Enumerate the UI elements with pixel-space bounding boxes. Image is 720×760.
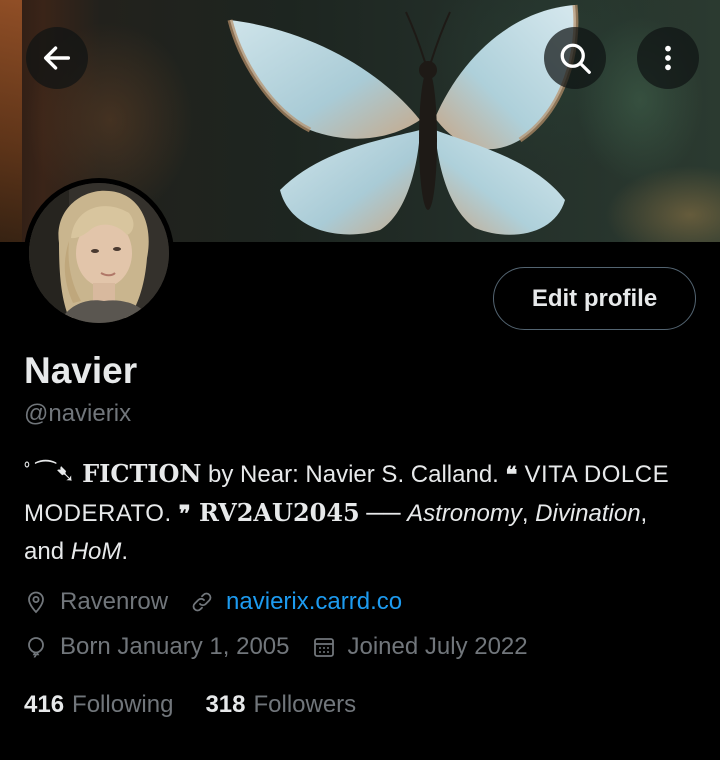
bio-open-quote: ❝ [505, 462, 518, 488]
display-name: Navier [24, 350, 138, 391]
joined: Joined July 2022 [312, 633, 528, 661]
bio-hom: HoM [70, 538, 122, 565]
more-options-button[interactable] [637, 27, 699, 89]
search-button[interactable] [544, 27, 606, 89]
butterfly-image [227, 4, 579, 235]
profile-meta-row-2: Born January 1, 2005 Joined July 2022 [24, 633, 550, 661]
location: Ravenrow [24, 588, 168, 616]
birthday-text: Born January 1, 2005 [60, 633, 290, 660]
joined-text: Joined July 2022 [347, 633, 528, 660]
following-count: 416 [24, 691, 65, 718]
bio-divination: Divination [535, 500, 641, 527]
followers-label: Followers [253, 691, 357, 718]
website-link[interactable]: navierix.carrd.co [226, 588, 402, 616]
bio-fiction: FICTION [82, 459, 202, 488]
followers-stat[interactable]: 318 Followers [205, 691, 356, 719]
website[interactable]: navierix.carrd.co [190, 588, 402, 616]
bio-rv: RV2AU2045 [190, 498, 360, 527]
edit-profile-button[interactable]: Edit profile [493, 267, 696, 330]
more-vertical-icon [665, 45, 671, 71]
arrow-left-icon [43, 46, 71, 70]
bio-comma: , [521, 500, 536, 527]
profile-meta-row-1: Ravenrow navierix.carrd.co [24, 588, 424, 616]
balloon-icon [28, 637, 44, 658]
followers-count: 318 [205, 691, 246, 718]
follow-stats: 416 Following 318 Followers [24, 691, 388, 719]
user-handle: @navierix [24, 400, 132, 427]
avatar[interactable] [24, 178, 174, 328]
link-icon [192, 592, 212, 612]
calendar-icon [313, 638, 334, 657]
location-pin-icon [28, 591, 44, 614]
bio-period: . [121, 538, 129, 565]
birthday: Born January 1, 2005 [24, 633, 290, 661]
profile-bio: ﾟ⁀➷ FICTION by Near: Navier S. Calland. … [24, 455, 684, 571]
bio-decoration: ﾟ⁀➷ [24, 461, 76, 488]
following-label: Following [72, 691, 174, 718]
following-stat[interactable]: 416 Following [24, 691, 173, 719]
search-icon [560, 43, 591, 74]
back-button[interactable] [26, 27, 88, 89]
bio-by-near: by Near: Navier S. Calland. [201, 461, 506, 488]
avatar-portrait [29, 183, 169, 323]
bio-astronomy: Astronomy [407, 500, 522, 527]
bio-dash: ── [359, 500, 408, 527]
bio-close-quote: ❞ [178, 501, 191, 527]
banner-light-streak [0, 0, 22, 242]
location-text: Ravenrow [60, 588, 169, 615]
